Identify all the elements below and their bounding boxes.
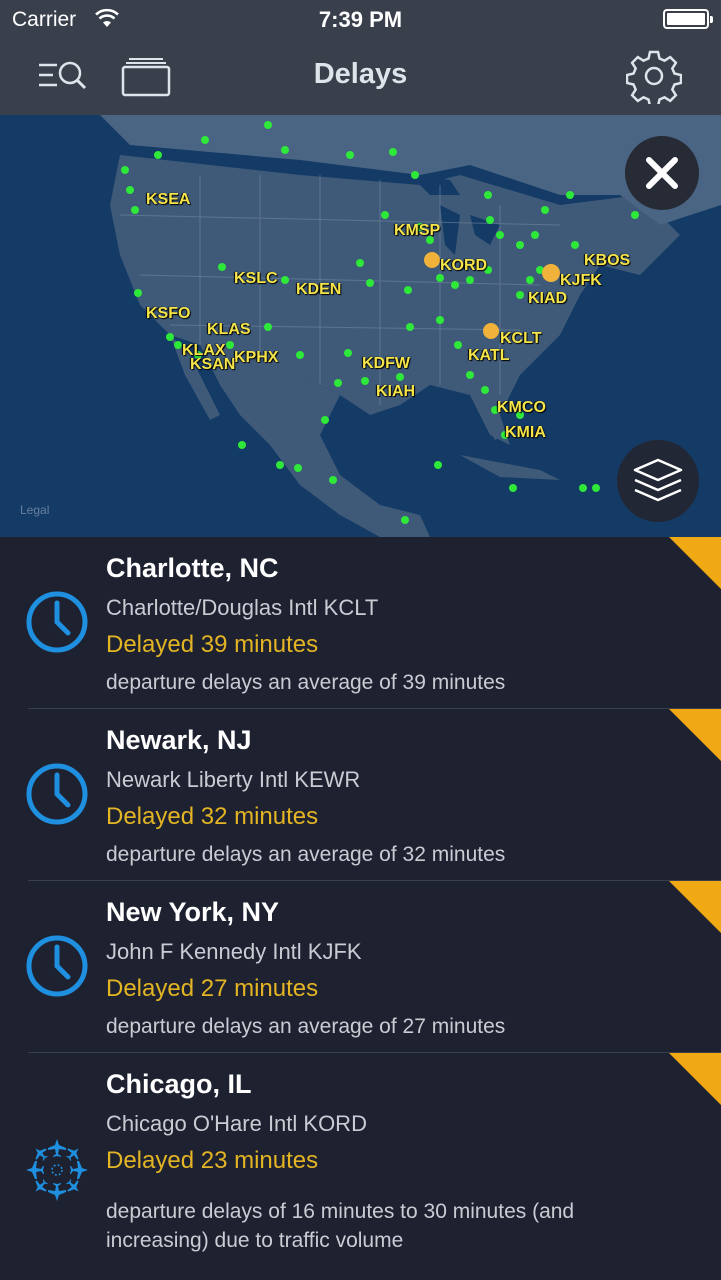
map-legal-link[interactable]: Legal (20, 503, 49, 517)
map-label-kmco[interactable]: KMCO (497, 399, 546, 417)
delay-description: departure delays an average of 27 minute… (106, 1015, 506, 1038)
delay-airport: Charlotte/Douglas Intl KCLT (106, 595, 379, 620)
layers-icon (633, 458, 683, 502)
clock-icon (26, 763, 88, 825)
map-label-kmia[interactable]: KMIA (505, 424, 546, 442)
delay-status: Delayed 32 minutes (106, 803, 319, 830)
settings-button[interactable] (626, 48, 682, 104)
delay-city: Charlotte, NC (106, 553, 279, 583)
delay-airport: Newark Liberty Intl KEWR (106, 767, 361, 792)
delay-flag (669, 709, 721, 761)
delay-status: Delayed 27 minutes (106, 975, 319, 1002)
map-label-kbos[interactable]: KBOS (584, 252, 630, 270)
map-label-kiad[interactable]: KIAD (528, 290, 567, 308)
map-label-kdfw[interactable]: KDFW (362, 355, 410, 373)
delay-flag (669, 1053, 721, 1105)
delay-map[interactable]: KSEA KMSP KORD KBOS KSLC KDEN KJFK KIAD … (0, 115, 721, 537)
close-icon (646, 157, 678, 189)
map-label-kord[interactable]: KORD (440, 257, 487, 275)
gear-icon (626, 50, 682, 104)
delay-list[interactable]: Charlotte, NC Charlotte/Douglas Intl KCL… (0, 537, 721, 1280)
map-label-ksea[interactable]: KSEA (146, 191, 190, 209)
map-label-kslc[interactable]: KSLC (234, 270, 278, 288)
map-label-kphx[interactable]: KPHX (234, 349, 278, 367)
battery-icon (663, 9, 713, 29)
map-layers-button[interactable] (617, 440, 699, 522)
map-label-kjfk[interactable]: KJFK (560, 272, 602, 290)
delay-city: New York, NY (106, 897, 280, 927)
map-label-klas[interactable]: KLAS (207, 321, 251, 339)
status-bar: Carrier 7:39 PM (0, 0, 721, 38)
delay-status: Delayed 39 minutes (106, 631, 319, 658)
map-label-katl[interactable]: KATL (468, 347, 509, 365)
delay-airport: Chicago O'Hare Intl KORD (106, 1111, 367, 1136)
delay-item-chicago[interactable]: Chicago, IL Chicago O'Hare Intl KORD Del… (0, 1053, 721, 1280)
delay-description: departure delays of 16 minutes to 30 min… (106, 1200, 575, 1252)
map-label-kden[interactable]: KDEN (296, 281, 341, 299)
north-america-map (100, 115, 721, 537)
delay-description: departure delays an average of 39 minute… (106, 671, 506, 694)
delay-description: departure delays an average of 32 minute… (106, 843, 506, 866)
delay-flag (669, 537, 721, 589)
page-title: Delays (313, 58, 408, 90)
delay-item-charlotte[interactable]: Charlotte, NC Charlotte/Douglas Intl KCL… (0, 537, 721, 709)
delay-item-newark[interactable]: Newark, NJ Newark Liberty Intl KEWR Dela… (0, 709, 721, 881)
map-label-ksfo[interactable]: KSFO (146, 305, 190, 323)
clock-time: 7:39 PM (318, 7, 403, 32)
map-label-kiah[interactable]: KIAH (376, 383, 415, 401)
delay-city: Chicago, IL (106, 1069, 252, 1099)
clock-icon (26, 591, 88, 653)
delay-status: Delayed 23 minutes (106, 1147, 319, 1174)
map-label-kmsp[interactable]: KMSP (394, 222, 440, 240)
map-label-kclt[interactable]: KCLT (500, 330, 541, 348)
close-map-button[interactable] (625, 136, 699, 210)
map-label-ksan[interactable]: KSAN (190, 356, 235, 374)
airplanes-icon (26, 1139, 88, 1201)
delay-flag (669, 881, 721, 933)
delay-city: Newark, NJ (106, 725, 252, 755)
delay-airport: John F Kennedy Intl KJFK (106, 939, 362, 964)
clock-icon (26, 935, 88, 997)
delay-item-new-york[interactable]: New York, NY John F Kennedy Intl KJFK De… (0, 881, 721, 1053)
navigation-bar: Delays (0, 38, 721, 115)
